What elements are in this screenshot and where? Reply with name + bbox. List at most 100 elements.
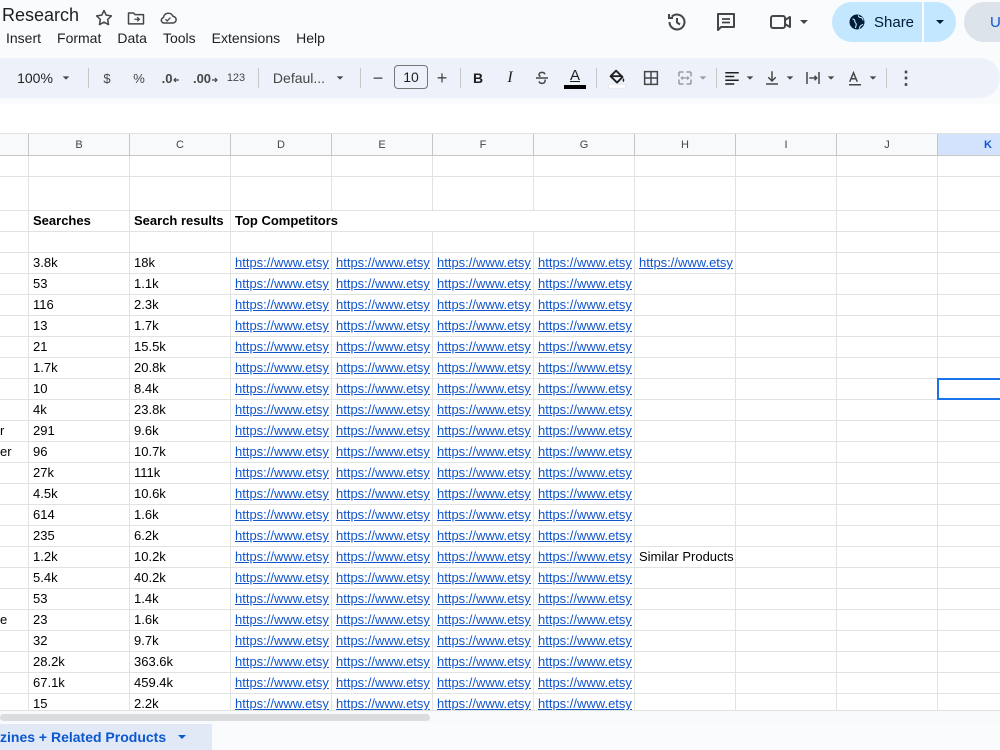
horizontal-align-button[interactable] — [722, 58, 756, 98]
grid-cell[interactable] — [635, 589, 736, 610]
competitor-link[interactable]: https://www.etsy — [433, 442, 534, 463]
grid-cell[interactable] — [0, 232, 29, 253]
competitor-link[interactable]: https://www.etsy — [332, 526, 433, 547]
column-header-d[interactable]: D — [231, 134, 332, 156]
grid-cell[interactable] — [938, 631, 1000, 652]
grid-cell[interactable] — [837, 337, 938, 358]
grid-cell[interactable] — [635, 156, 736, 177]
grid-cell[interactable] — [0, 463, 29, 484]
move-folder-icon[interactable] — [126, 8, 146, 28]
search-results-cell[interactable]: 111k — [130, 463, 231, 484]
competitor-link[interactable]: https://www.etsy — [332, 400, 433, 421]
grid-cell[interactable] — [635, 400, 736, 421]
grid-cell[interactable] — [837, 156, 938, 177]
competitor-link[interactable]: https://www.etsy — [231, 295, 332, 316]
grid-cell[interactable] — [635, 463, 736, 484]
competitor-link[interactable]: https://www.etsy — [231, 421, 332, 442]
grid-cell[interactable] — [837, 484, 938, 505]
competitor-link[interactable]: https://www.etsy — [332, 463, 433, 484]
grid-cell[interactable] — [938, 652, 1000, 673]
grid-cell[interactable] — [938, 211, 1000, 232]
merge-cells-button[interactable] — [672, 58, 712, 98]
search-results-cell[interactable]: 2.3k — [130, 295, 231, 316]
grid-cell[interactable] — [736, 442, 837, 463]
share-main[interactable]: Share — [832, 2, 922, 42]
formula-bar[interactable] — [0, 104, 1000, 134]
search-results-cell[interactable]: 2.2k — [130, 694, 231, 710]
searches-cell[interactable]: 10 — [29, 379, 130, 400]
star-icon[interactable] — [94, 8, 114, 28]
competitor-link[interactable]: https://www.etsy — [332, 295, 433, 316]
search-results-cell[interactable]: 40.2k — [130, 568, 231, 589]
competitor-link[interactable]: https://www.etsy — [534, 337, 635, 358]
competitor-link[interactable]: https://www.etsy — [433, 421, 534, 442]
competitor-link[interactable]: https://www.etsy — [433, 631, 534, 652]
share-button[interactable]: Share — [832, 2, 956, 42]
competitor-link[interactable]: https://www.etsy — [433, 358, 534, 379]
grid-cell[interactable] — [736, 610, 837, 631]
search-results-cell[interactable]: 1.4k — [130, 589, 231, 610]
column-header-a[interactable] — [0, 134, 29, 156]
grid-cell[interactable] — [635, 526, 736, 547]
grid-cell[interactable] — [736, 484, 837, 505]
competitor-link[interactable]: https://www.etsy — [231, 316, 332, 337]
grid-cell[interactable] — [837, 652, 938, 673]
grid-cell[interactable] — [837, 211, 938, 232]
grid-cell[interactable] — [0, 156, 29, 177]
grid-cell[interactable] — [938, 442, 1000, 463]
column-header-h[interactable]: H — [635, 134, 736, 156]
grid-cell[interactable] — [0, 589, 29, 610]
grid-cell[interactable] — [938, 589, 1000, 610]
searches-cell[interactable]: 3.8k — [29, 253, 130, 274]
grid-cell[interactable] — [0, 316, 29, 337]
grid-cell[interactable] — [736, 463, 837, 484]
bold-button[interactable]: B — [468, 58, 488, 98]
search-results-cell[interactable]: 1.6k — [130, 505, 231, 526]
menu-tools[interactable]: Tools — [163, 30, 204, 46]
search-results-cell[interactable]: 1.7k — [130, 316, 231, 337]
increase-font-size-button[interactable]: + — [432, 58, 452, 98]
competitor-link[interactable]: https://www.etsy — [332, 316, 433, 337]
grid-cell[interactable] — [938, 400, 1000, 421]
competitor-link[interactable]: https://www.etsy — [433, 316, 534, 337]
competitor-link[interactable]: https://www.etsy — [433, 400, 534, 421]
competitor-link[interactable]: https://www.etsy — [433, 610, 534, 631]
competitor-link[interactable]: https://www.etsy — [231, 526, 332, 547]
competitor-link[interactable]: https://www.etsy — [332, 274, 433, 295]
avatar[interactable]: U — [964, 2, 1000, 42]
document-title[interactable]: Research — [2, 5, 79, 26]
grid-cell[interactable] — [736, 316, 837, 337]
search-results-cell[interactable]: 18k — [130, 253, 231, 274]
grid-cell[interactable] — [534, 177, 635, 211]
search-results-cell[interactable]: 1.1k — [130, 274, 231, 295]
competitor-link[interactable]: https://www.etsy — [231, 631, 332, 652]
column-header-f[interactable]: F — [433, 134, 534, 156]
text-rotation-button[interactable] — [844, 58, 880, 98]
version-history-icon[interactable] — [665, 10, 689, 34]
zoom-select[interactable]: 100% — [8, 58, 80, 98]
grid-cell[interactable] — [938, 177, 1000, 211]
searches-cell[interactable]: 4.5k — [29, 484, 130, 505]
grid-cell[interactable] — [231, 232, 332, 253]
competitor-link[interactable]: https://www.etsy — [534, 505, 635, 526]
grid-cell[interactable] — [635, 211, 736, 232]
grid-cell[interactable] — [0, 631, 29, 652]
grid-cell[interactable] — [938, 358, 1000, 379]
font-select[interactable]: Defaul... — [266, 58, 352, 98]
header-search-results[interactable]: Search results — [130, 211, 231, 232]
column-header-j[interactable]: J — [837, 134, 938, 156]
vertical-align-button[interactable] — [762, 58, 796, 98]
searches-cell[interactable]: 614 — [29, 505, 130, 526]
competitor-link[interactable]: https://www.etsy — [433, 337, 534, 358]
grid-cell[interactable] — [837, 295, 938, 316]
grid-cell[interactable] — [736, 694, 837, 710]
grid-cell[interactable] — [29, 232, 130, 253]
grid-cell[interactable] — [938, 337, 1000, 358]
search-results-cell[interactable]: 20.8k — [130, 358, 231, 379]
competitor-link[interactable]: https://www.etsy — [332, 610, 433, 631]
grid-cell[interactable] — [736, 505, 837, 526]
competitor-link[interactable]: https://www.etsy — [433, 484, 534, 505]
selected-cell[interactable] — [937, 378, 1000, 400]
competitor-link[interactable]: https://www.etsy — [332, 694, 433, 710]
column-header-e[interactable]: E — [332, 134, 433, 156]
